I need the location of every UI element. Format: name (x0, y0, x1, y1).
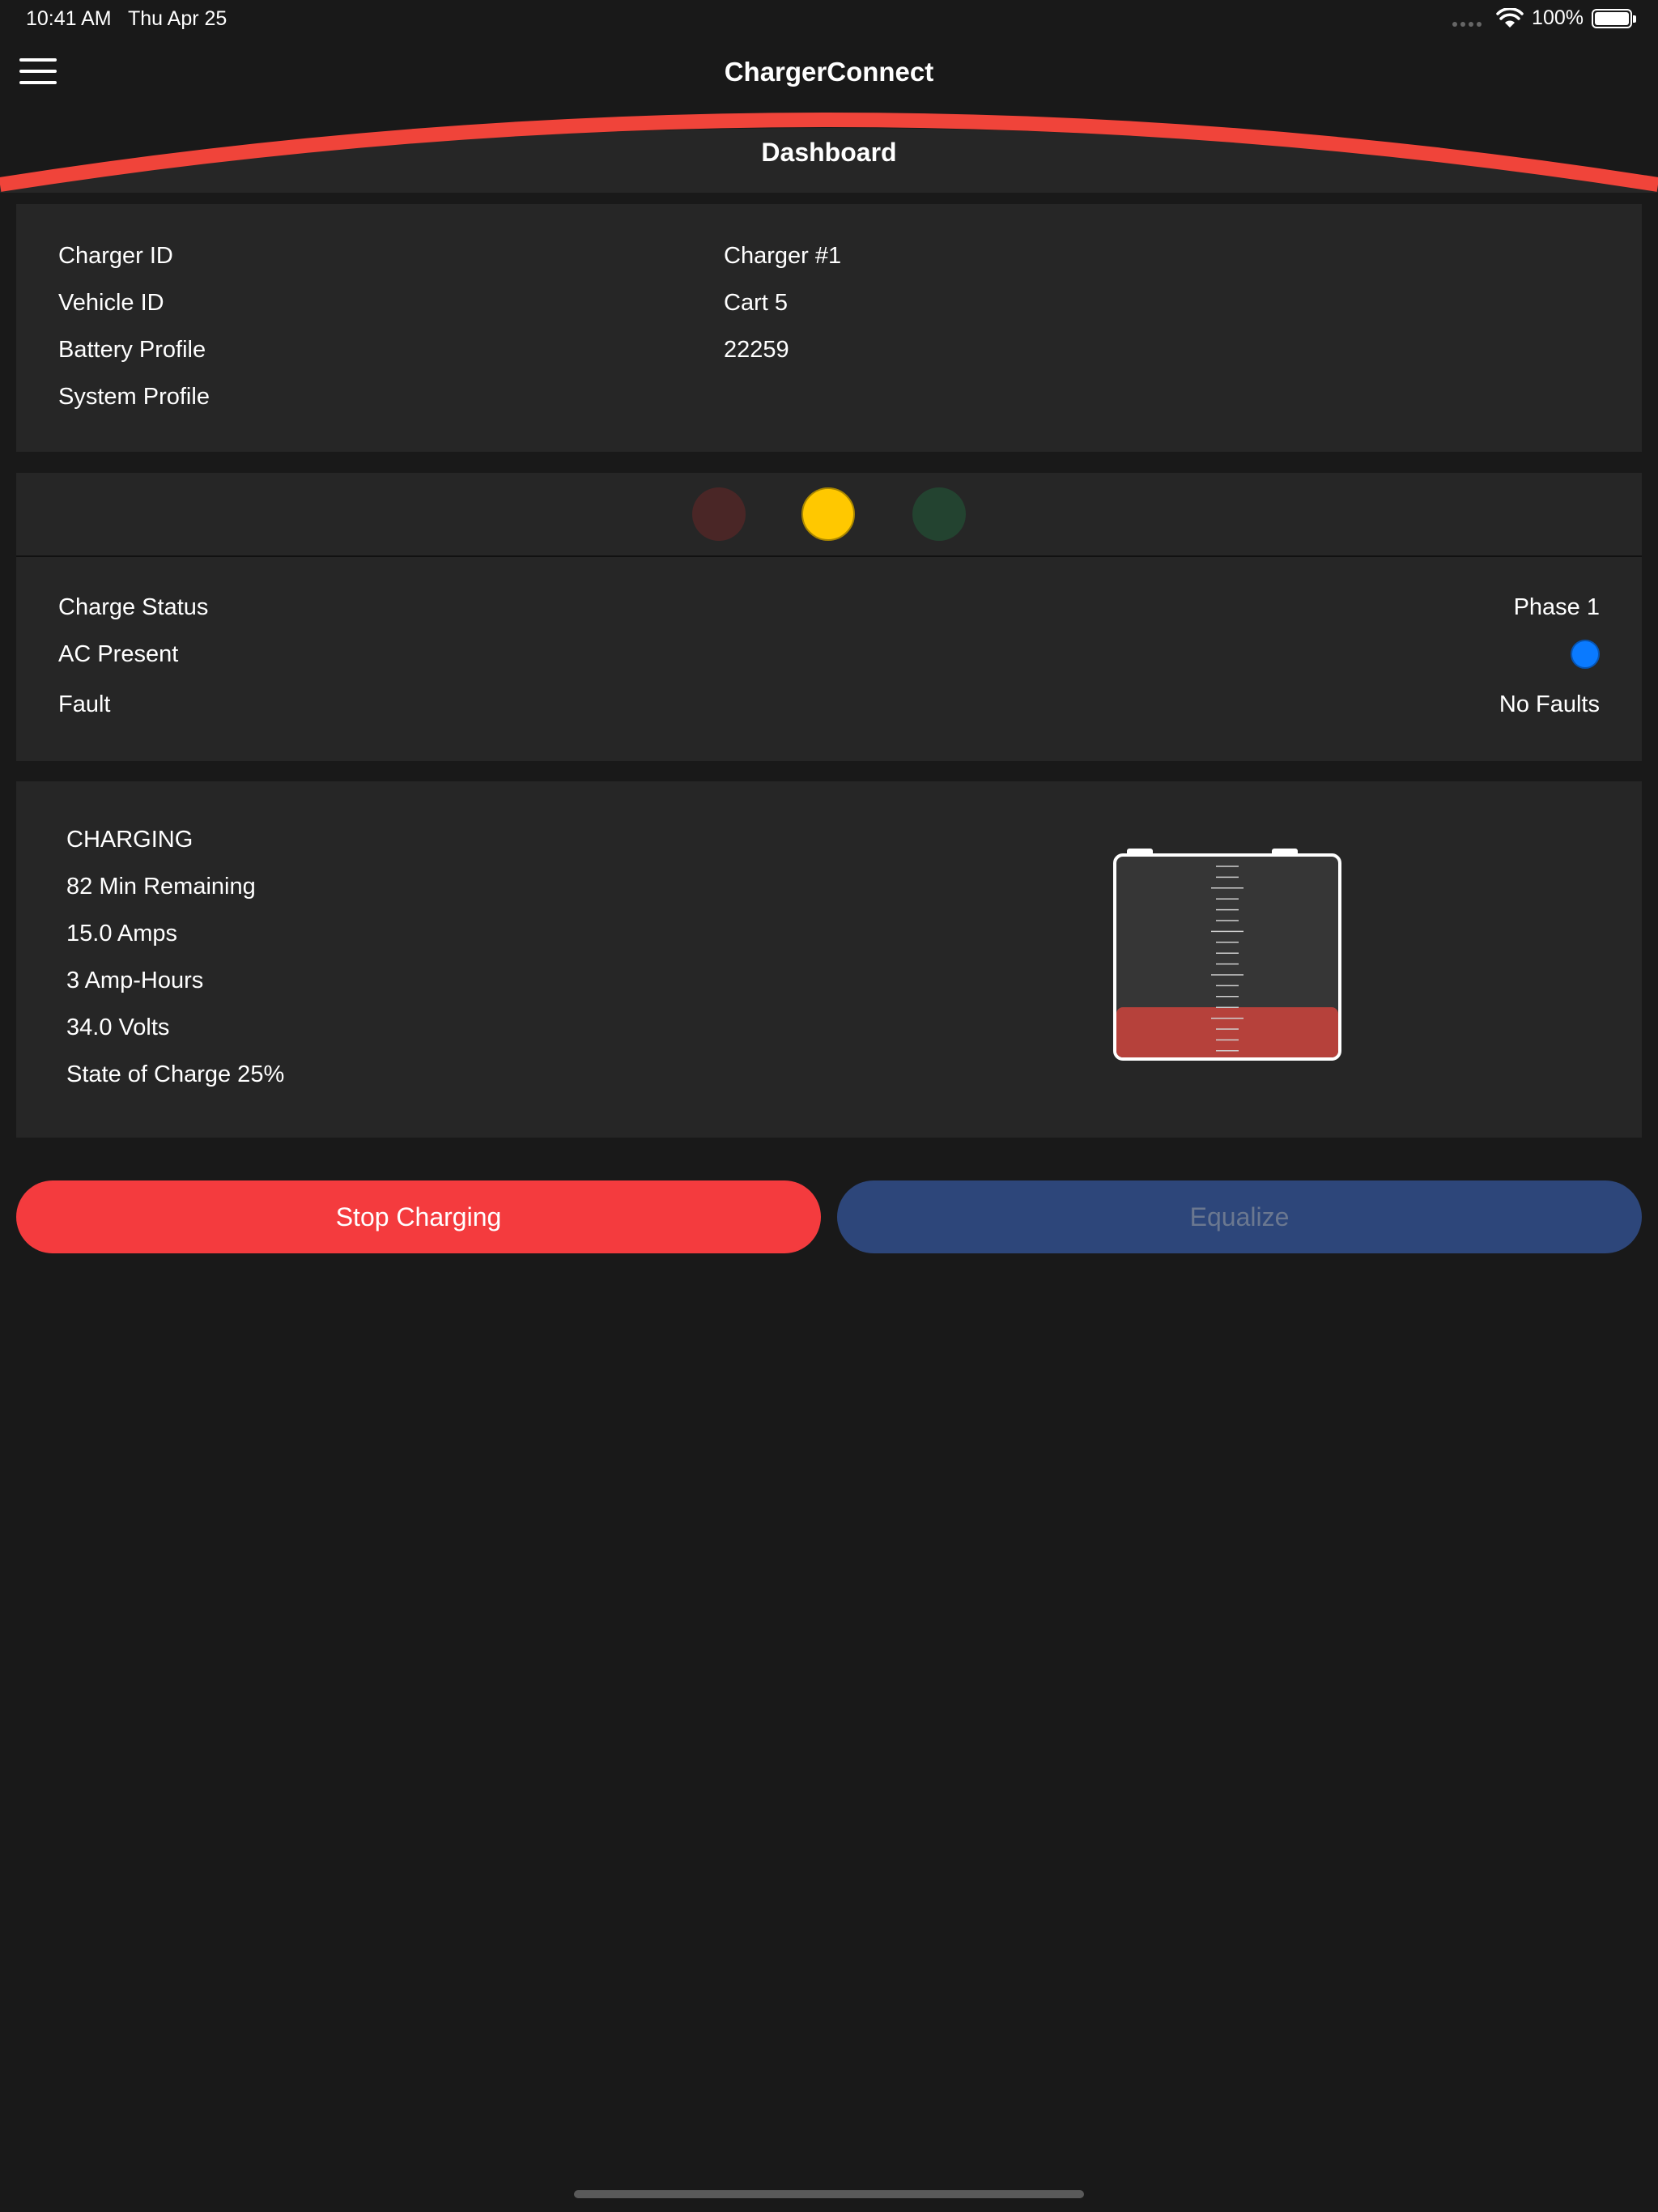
battery-fill-level (1116, 1007, 1338, 1057)
green-status-light (912, 487, 966, 541)
wifi-icon (1496, 7, 1524, 28)
fault-label: Fault (58, 691, 111, 717)
charger-info-card: Charger ID Charger #1 Vehicle ID Cart 5 … (16, 204, 1642, 452)
ac-present-indicator (1571, 640, 1600, 669)
charge-status-label: Charge Status (58, 594, 209, 620)
charge-status-card: Charge Status Phase 1 AC Present Fault N… (16, 473, 1642, 761)
state-of-charge: State of Charge 25% (66, 1061, 285, 1087)
home-indicator[interactable] (574, 2190, 1084, 2198)
equalize-button[interactable]: Equalize (837, 1180, 1642, 1253)
battery-icon (1592, 8, 1636, 28)
status-date: Thu Apr 25 (128, 7, 227, 30)
system-profile-label: System Profile (58, 384, 210, 410)
red-status-light (692, 487, 746, 541)
volts-reading: 34.0 Volts (66, 1015, 170, 1040)
status-lights (16, 473, 1642, 557)
ac-present-label: AC Present (58, 641, 179, 667)
fault-value: No Faults (1499, 691, 1600, 717)
battery-profile-label: Battery Profile (58, 337, 206, 363)
status-bar: 10:41 AM Thu Apr 25 100% (0, 0, 1658, 39)
vehicle-id-value: Cart 5 (724, 290, 788, 316)
battery-percent: 100% (1532, 6, 1584, 29)
charge-status-value: Phase 1 (1513, 594, 1600, 620)
charger-id-label: Charger ID (58, 243, 173, 269)
battery-profile-value: 22259 (724, 337, 789, 363)
amp-hours-reading: 3 Amp-Hours (66, 968, 204, 993)
vehicle-id-label: Vehicle ID (58, 290, 164, 316)
status-time: 10:41 AM (26, 7, 112, 30)
stop-charging-button[interactable]: Stop Charging (16, 1180, 821, 1253)
app-title: ChargerConnect (724, 57, 934, 87)
yellow-status-light (801, 487, 855, 541)
amps-reading: 15.0 Amps (66, 921, 178, 946)
page-title: Dashboard (761, 138, 897, 167)
battery-level-graphic (1113, 849, 1341, 1061)
status-indicators: 100% (1452, 6, 1636, 30)
time-remaining: 82 Min Remaining (66, 874, 256, 900)
cellular-signal-icon (1452, 11, 1482, 27)
charge-details-card: CHARGING 82 Min Remaining 15.0 Amps 3 Am… (16, 781, 1642, 1138)
charger-id-value: Charger #1 (724, 243, 842, 269)
charge-state: CHARGING (66, 827, 193, 853)
